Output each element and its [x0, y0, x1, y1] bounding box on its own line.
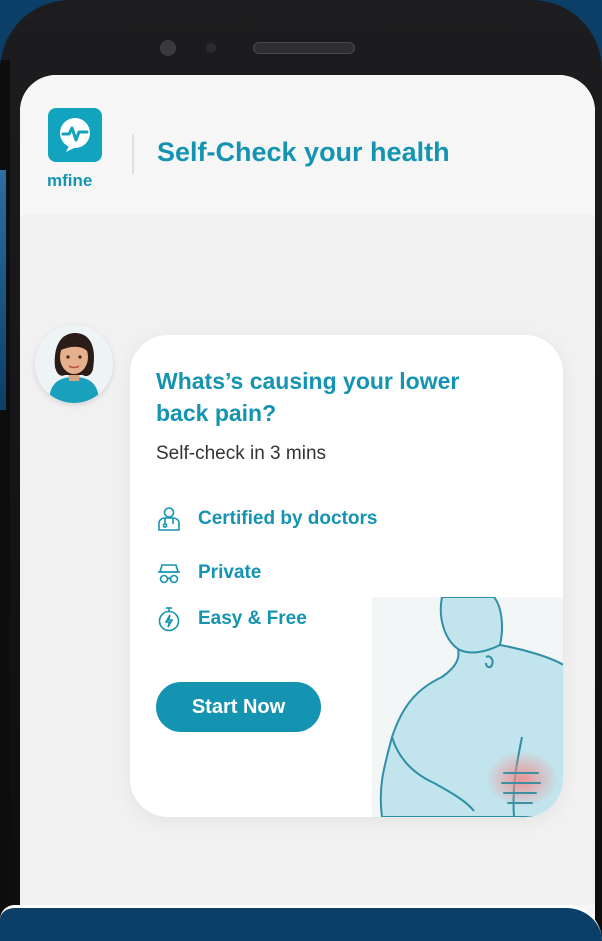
feature-certified: Certified by doctors — [156, 505, 377, 533]
feature-easy-free: Easy & Free — [156, 605, 307, 633]
feature-private: Private — [156, 559, 261, 587]
incognito-icon — [156, 560, 182, 586]
card-title: Whats’s causing your lower back pain? — [156, 368, 460, 426]
doctor-avatar — [35, 325, 113, 403]
page-title: Self-Check your health — [157, 137, 450, 167]
feature-label: Private — [198, 562, 262, 583]
phone-screen: mfine Self-Check your health Whats’s cau… — [20, 75, 595, 938]
app-header: mfine Self-Check your health — [20, 75, 595, 215]
feature-label: Easy & Free — [198, 608, 307, 629]
logo-text: mfine — [47, 171, 93, 190]
header-divider — [132, 134, 134, 174]
card-subtitle: Self-check in 3 mins — [156, 443, 327, 464]
mfine-logo-icon — [48, 108, 102, 162]
doctor-icon — [156, 506, 182, 532]
stopwatch-icon — [156, 606, 182, 632]
back-pain-illustration — [372, 596, 563, 817]
speaker-grille — [253, 42, 355, 54]
sensor-icon — [206, 43, 216, 53]
start-now-button[interactable]: Start Now — [156, 682, 321, 732]
background-accent — [0, 170, 6, 410]
self-check-card: Whats’s causing your lower back pain? Se… — [130, 335, 563, 817]
bottom-banner — [0, 905, 602, 941]
camera-icon — [160, 40, 176, 56]
phone-frame: mfine Self-Check your health Whats’s cau… — [0, 0, 602, 938]
feature-label: Certified by doctors — [198, 508, 378, 529]
